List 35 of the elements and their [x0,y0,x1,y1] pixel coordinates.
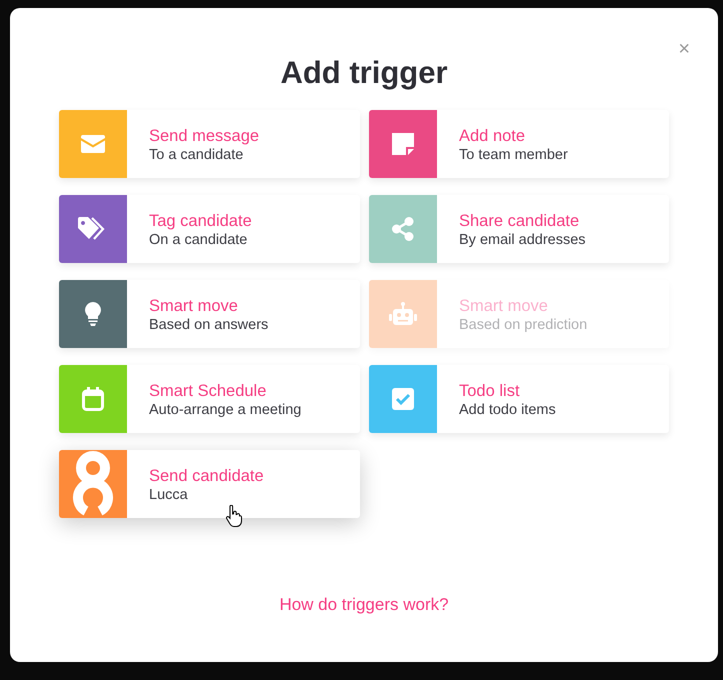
share-icon [392,217,414,241]
trigger-subtitle: To a candidate [149,146,244,164]
trigger-subtitle: Auto-arrange a meeting [149,401,302,419]
note-icon [392,133,414,155]
trigger-title: Smart move [459,296,549,316]
trigger-subtitle: By email addresses [459,231,586,249]
trigger-title: Smart Schedule [149,381,268,401]
trigger-card[interactable]: Smart move Based on answers [59,280,360,348]
trigger-title: Smart move [149,296,239,316]
help-link[interactable]: How do triggers work? [279,595,449,614]
trigger-subtitle: On a candidate [149,231,248,249]
trigger-card[interactable]: Todo list Add todo items [369,365,669,433]
trigger-subtitle: Based on answers [149,316,268,334]
trigger-card[interactable]: Tag candidate On a candidate [59,195,360,263]
envelope-icon [81,135,105,153]
lightbulb-icon [85,302,101,326]
trigger-subtitle: Lucca [149,486,189,504]
trigger-subtitle: Based on prediction [459,316,588,334]
trigger-card[interactable]: Smart Schedule Auto-arrange a meeting [59,365,360,433]
trigger-title: Todo list [459,381,521,401]
trigger-subtitle: To team member [459,146,568,164]
trigger-title: Send candidate [149,466,264,486]
checkbox-icon [392,388,414,410]
trigger-title: Send message [149,126,260,146]
robot-icon [389,302,417,326]
trigger-card[interactable]: Add note To team member [369,110,669,178]
trigger-card[interactable]: Send message To a candidate [59,110,360,178]
pointer-cursor-icon [226,505,242,527]
trigger-title: Add note [459,126,526,146]
trigger-subtitle: Add todo items [459,401,556,419]
trigger-title: Share candidate [459,211,580,231]
calendar-icon [82,387,104,411]
trigger-card[interactable]: Share candidate By email addresses [369,195,669,263]
trigger-title: Tag candidate [149,211,252,231]
dialog-title: Add trigger [279,58,449,88]
